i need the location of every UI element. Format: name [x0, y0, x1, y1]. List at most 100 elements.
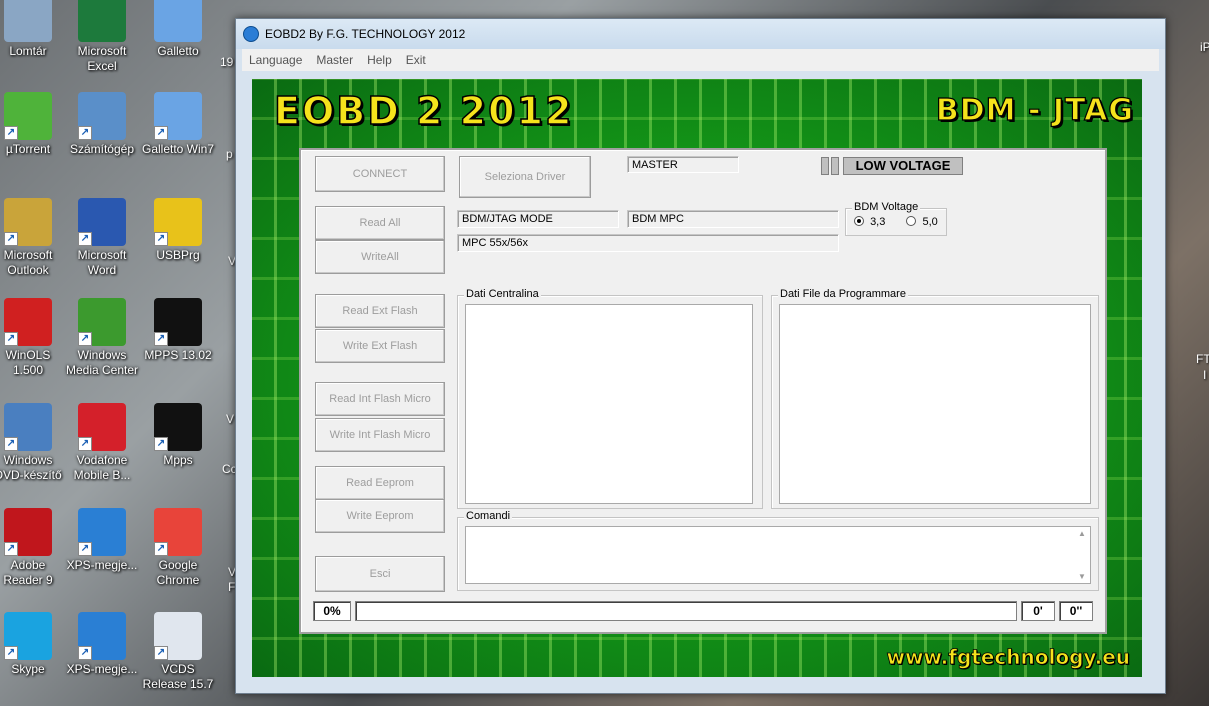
file-data-textarea[interactable] [779, 304, 1091, 504]
desktop-icon-label: Windows Media Center [65, 348, 139, 377]
desktop-icon-label: Vodafone Mobile B... [73, 453, 131, 482]
recycle-bin-icon [4, 0, 52, 42]
desktop-icon[interactable]: ↗ USBPrg [140, 198, 216, 263]
desktop-icon[interactable]: ↗ Windows DVD-készítő [0, 403, 66, 483]
commands-textarea[interactable]: ▲ ▼ [465, 526, 1091, 584]
title-bar[interactable]: EOBD2 By F.G. TECHNOLOGY 2012 [236, 19, 1165, 49]
ecu-data-title: Dati Centralina [464, 288, 541, 300]
desktop-icon-label: VCDS Release 15.7 [142, 662, 214, 691]
read-all-button[interactable]: Read All [315, 206, 445, 240]
shortcut-arrow-icon: ↗ [78, 232, 92, 246]
desktop-icon[interactable]: ↗ Google Chrome [140, 508, 216, 588]
shortcut-arrow-icon: ↗ [4, 542, 18, 556]
read-int-flash-button[interactable]: Read Int Flash Micro [315, 382, 445, 416]
desktop-icon[interactable]: ↗ Microsoft Outlook [0, 198, 66, 278]
shortcut-arrow-icon: ↗ [78, 437, 92, 451]
desktop-icon-label: Adobe Reader 9 [3, 558, 53, 587]
shortcut-arrow-icon: ↗ [78, 332, 92, 346]
connect-button[interactable]: CONNECT [315, 156, 445, 192]
read-eeprom-button[interactable]: Read Eeprom [315, 466, 445, 500]
shortcut-arrow-icon: ↗ [154, 542, 168, 556]
outlook-icon: ↗ [4, 198, 52, 246]
write-all-button[interactable]: WriteAll [315, 240, 445, 274]
menu-master[interactable]: Master [309, 53, 360, 67]
desktop-icon[interactable]: ↗ Skype [0, 612, 66, 677]
shortcut-arrow-icon: ↗ [78, 646, 92, 660]
desktop-icon-label: Microsoft Outlook [3, 248, 53, 277]
bdm-voltage-title: BDM Voltage [852, 201, 921, 213]
vodafone-icon: ↗ [78, 403, 126, 451]
shortcut-arrow-icon: ↗ [78, 126, 92, 140]
desktop-icon[interactable]: ↗ Windows Media Center [64, 298, 140, 378]
desktop-icon[interactable]: ↗ µTorrent [0, 92, 66, 157]
mpps-icon: ↗ [154, 403, 202, 451]
desktop-icon[interactable]: ↗ Adobe Reader 9 [0, 508, 66, 588]
mpps-icon: ↗ [154, 298, 202, 346]
voltage-3v3-radio[interactable] [854, 216, 864, 226]
desktop-icon[interactable]: ↗ WinOLS 1.500 [0, 298, 66, 378]
read-ext-flash-button[interactable]: Read Ext Flash [315, 294, 445, 328]
desktop-icon-label: WinOLS 1.500 [5, 348, 51, 377]
mode-label: BDM/JTAG MODE [457, 210, 619, 228]
menu-bar: Language Master Help Exit [242, 49, 1159, 71]
write-eeprom-button[interactable]: Write Eeprom [315, 499, 445, 533]
window-title: EOBD2 By F.G. TECHNOLOGY 2012 [265, 27, 466, 41]
desktop-icon[interactable]: ↗ XPS-megje... [64, 612, 140, 677]
commands-title: Comandi [464, 510, 513, 522]
chrome-icon: ↗ [154, 508, 202, 556]
commands-scrollbar[interactable]: ▲ ▼ [1076, 529, 1088, 581]
shortcut-arrow-icon: ↗ [154, 332, 168, 346]
menu-language[interactable]: Language [242, 53, 309, 67]
desktop-icon[interactable]: ↗ VCDS Release 15.7 [140, 612, 216, 692]
desktop-edge-label: V [226, 412, 235, 426]
scroll-down-icon[interactable]: ▼ [1076, 572, 1088, 581]
desktop-edge-label: p [226, 147, 233, 161]
menu-help[interactable]: Help [360, 53, 399, 67]
desktop-icon-label: Skype [11, 662, 45, 676]
progress-percent: 0% [313, 601, 351, 621]
desktop-icon[interactable]: Microsoft Excel [64, 0, 140, 74]
desktop-icon-label: XPS-megje... [66, 662, 138, 676]
menu-exit[interactable]: Exit [399, 53, 433, 67]
write-int-flash-button[interactable]: Write Int Flash Micro [315, 418, 445, 452]
desktop-icon[interactable]: ↗ XPS-megje... [64, 508, 140, 573]
ecu-data-textarea[interactable] [465, 304, 753, 504]
shortcut-arrow-icon: ↗ [154, 126, 168, 140]
desktop-edge-label: 19 [220, 55, 234, 69]
desktop-icon[interactable]: Lomtár [0, 0, 66, 59]
xps-viewer-icon: ↗ [78, 508, 126, 556]
excel-icon [78, 0, 126, 42]
desktop-icon-label: µTorrent [5, 142, 51, 156]
app-icon [243, 26, 259, 42]
voltage-3v3-label: 3,3 [870, 216, 886, 228]
desktop-icon[interactable]: ↗ MPPS 13.02 [140, 298, 216, 363]
shortcut-arrow-icon: ↗ [4, 126, 18, 140]
desktop-edge-label: I [1203, 368, 1207, 382]
exit-button[interactable]: Esci [315, 556, 445, 592]
file-data-group: Dati File da Programmare [771, 288, 1099, 509]
desktop-icon[interactable]: ↗ Számítógép [64, 92, 140, 157]
write-ext-flash-button[interactable]: Write Ext Flash [315, 329, 445, 363]
shortcut-arrow-icon: ↗ [154, 232, 168, 246]
app-client-area: EOBD 2 2012 BDM - JTAG www.fgtechnology.… [252, 79, 1142, 677]
desktop-icon[interactable]: ↗ Vodafone Mobile B... [64, 403, 140, 483]
desktop-icon[interactable]: ↗ Mpps [140, 403, 216, 468]
adobe-reader-icon: ↗ [4, 508, 52, 556]
desktop-icon[interactable]: Galletto [140, 0, 216, 59]
desktop-icon-label: USBPrg [156, 248, 200, 262]
low-voltage-indicator-1 [821, 157, 829, 175]
banner-mode: BDM - JTAG [935, 92, 1134, 128]
shortcut-arrow-icon: ↗ [78, 542, 92, 556]
select-driver-button[interactable]: Seleziona Driver [459, 156, 591, 198]
desktop-icon[interactable]: ↗ Galletto Win7 [140, 92, 216, 157]
shortcut-arrow-icon: ↗ [154, 646, 168, 660]
voltage-5v0-radio[interactable] [906, 216, 917, 226]
elapsed-seconds: 0'' [1059, 601, 1093, 621]
app-window: EOBD2 By F.G. TECHNOLOGY 2012 Language M… [235, 18, 1166, 694]
scroll-up-icon[interactable]: ▲ [1076, 529, 1088, 538]
shortcut-arrow-icon: ↗ [154, 437, 168, 451]
desktop-icon[interactable]: ↗ Microsoft Word [64, 198, 140, 278]
desktop-icon-label: Számítógép [69, 142, 135, 156]
voltage-5v0-label: 5,0 [922, 216, 938, 228]
desktop-icon-label: Windows DVD-készítő [0, 453, 62, 482]
